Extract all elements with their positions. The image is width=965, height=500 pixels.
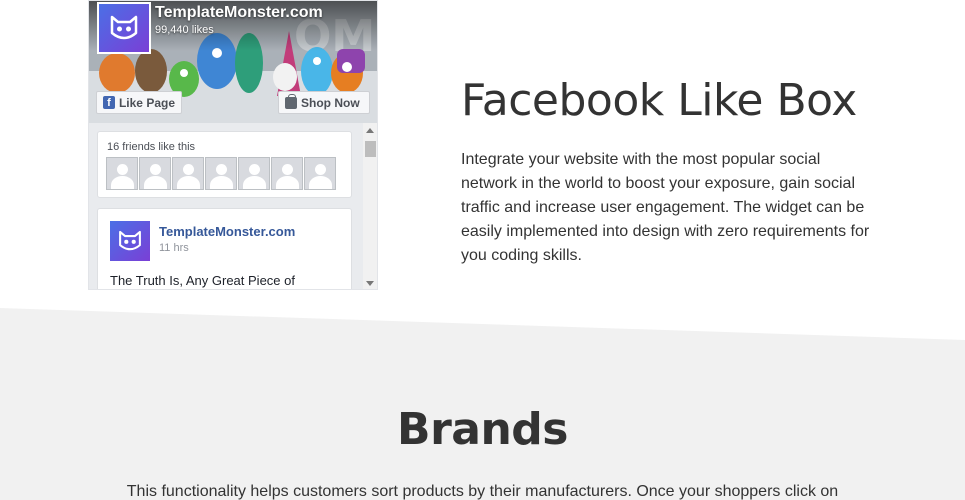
facebook-f-icon: f (103, 96, 115, 109)
post-text: The Truth Is, Any Great Piece of (110, 273, 295, 288)
friend-avatar[interactable] (172, 157, 204, 190)
page-likes-count: 99,440 likes (155, 24, 214, 36)
page-avatar[interactable] (97, 2, 151, 54)
facebook-cover-photo: OME TemplateMonster.com 99,440 li (89, 1, 377, 123)
shopping-bag-icon (285, 93, 297, 109)
post-timestamp[interactable]: 11 hrs (159, 242, 189, 254)
friend-avatar[interactable] (271, 157, 303, 190)
friend-avatar[interactable] (106, 157, 138, 190)
friends-avatars-row (106, 157, 336, 190)
facebook-feed[interactable]: 16 friends like this TemplateMonster.com (89, 123, 377, 289)
post-author-avatar[interactable] (110, 221, 150, 261)
brands-title: Brands (397, 404, 568, 455)
facebook-like-box-widget: OME TemplateMonster.com 99,440 li (88, 0, 378, 290)
page-name-link[interactable]: TemplateMonster.com (155, 4, 323, 22)
templatemonster-logo-icon (110, 15, 138, 40)
feature-title: Facebook Like Box (461, 75, 857, 126)
friend-avatar[interactable] (304, 157, 336, 190)
shop-now-label: Shop Now (301, 95, 360, 110)
templatemonster-logo-icon (119, 230, 141, 251)
brands-description: This functionality helps customers sort … (126, 483, 839, 500)
post-author-link[interactable]: TemplateMonster.com (159, 224, 295, 239)
feature-description: Integrate your website with the most pop… (461, 151, 870, 264)
friend-avatar[interactable] (205, 157, 237, 190)
scroll-thumb[interactable] (365, 141, 376, 157)
friend-avatar[interactable] (139, 157, 171, 190)
feed-scrollbar[interactable] (363, 123, 377, 289)
shop-now-button[interactable]: Shop Now (278, 91, 370, 114)
scroll-up-arrow-icon[interactable] (366, 128, 374, 133)
friend-avatar[interactable] (238, 157, 270, 190)
like-page-label: Like Page (118, 95, 175, 110)
scroll-down-arrow-icon[interactable] (366, 281, 374, 286)
post-card: TemplateMonster.com 11 hrs The Truth Is,… (97, 208, 352, 289)
friends-card: 16 friends like this (97, 131, 352, 198)
friends-like-label: 16 friends like this (107, 141, 196, 153)
like-page-button[interactable]: f Like Page (96, 91, 182, 114)
